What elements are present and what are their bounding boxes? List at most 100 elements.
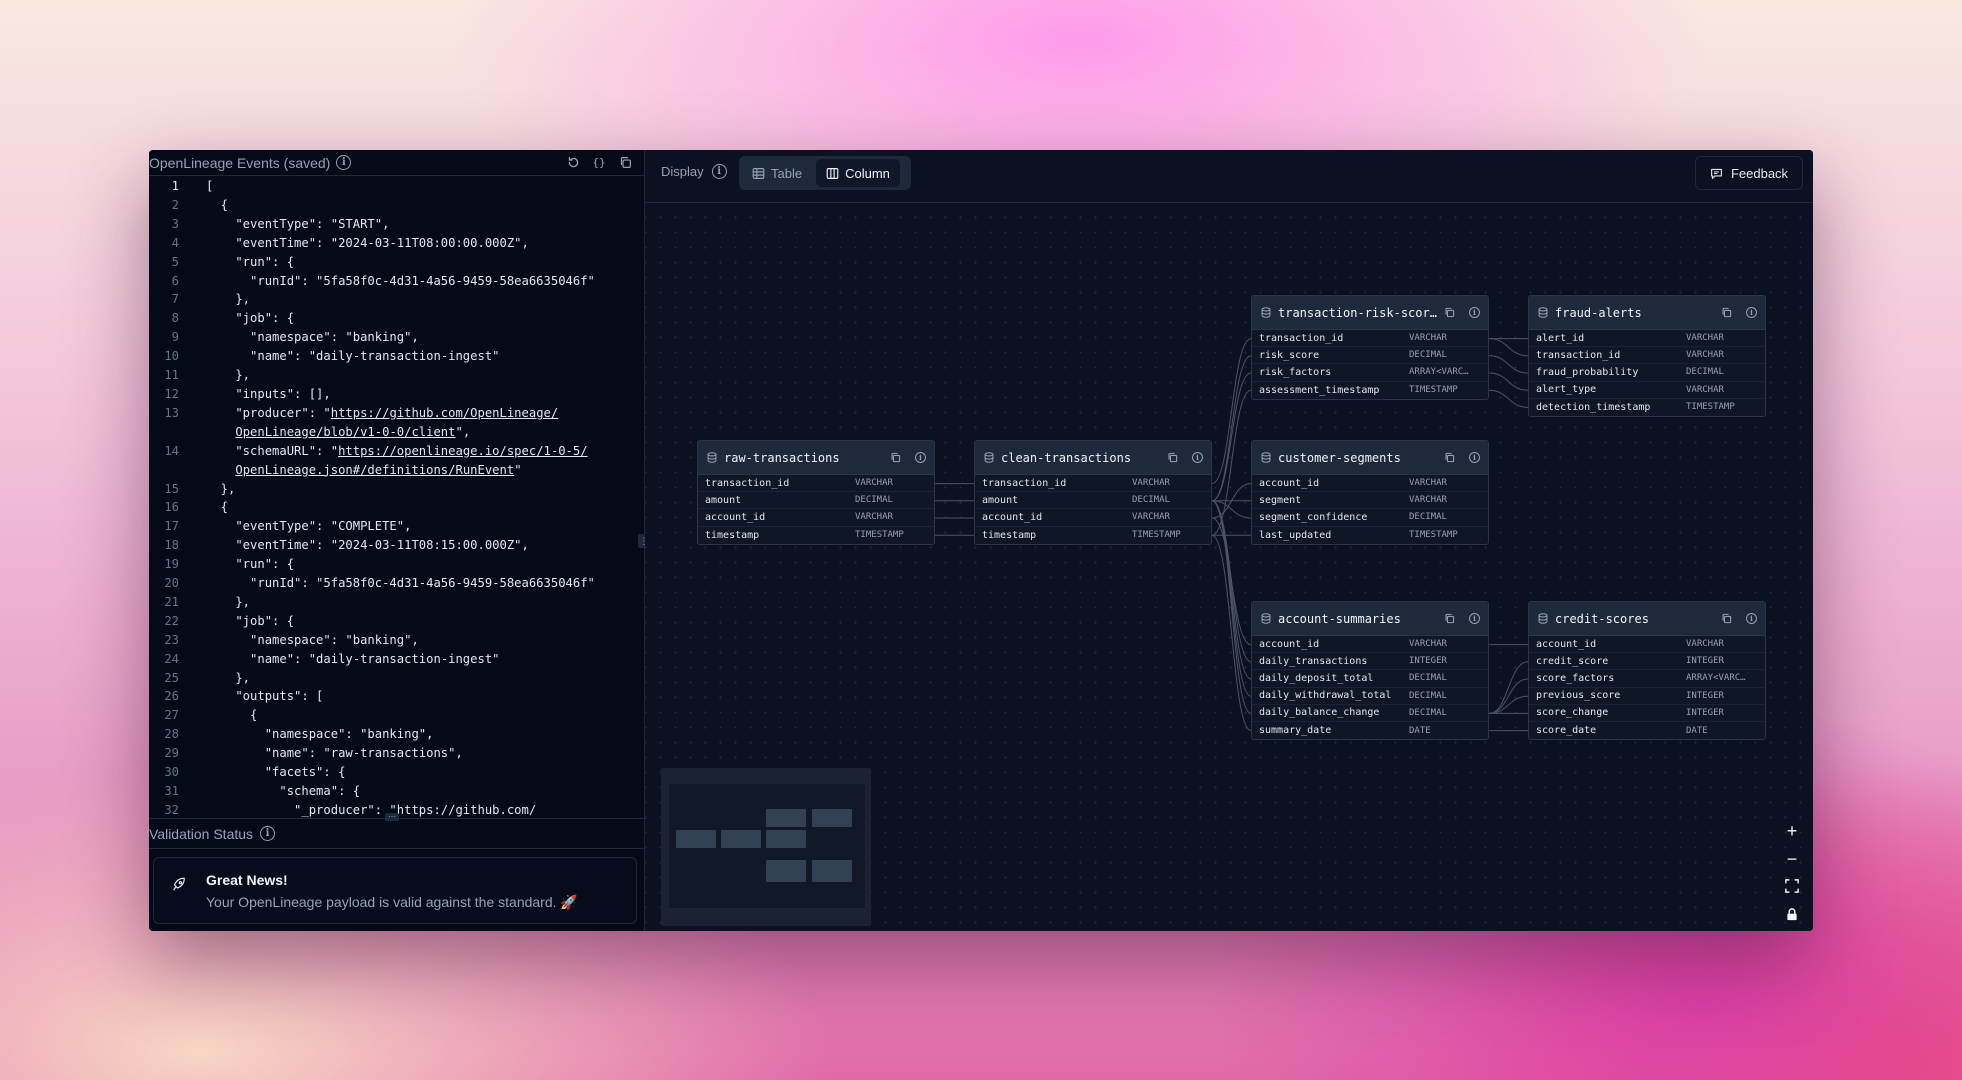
database-icon — [1537, 613, 1549, 625]
column-row[interactable]: assessment_timestamp TIMESTAMP — [1252, 382, 1488, 399]
code-link[interactable]: https://openlineage.io/spec/1-0-5/ — [338, 444, 587, 458]
column-row[interactable]: daily_deposit_total DECIMAL — [1252, 670, 1488, 688]
column-row[interactable]: timestamp TIMESTAMP — [698, 527, 934, 544]
column-row[interactable]: fraud_probability DECIMAL — [1529, 364, 1765, 382]
dataset-node[interactable]: transaction-risk-scor… i transaction_id VAR… — [1251, 295, 1489, 400]
events-editor-panel: OpenLineage Events (saved) i {} 1[2 {3 "… — [149, 150, 645, 931]
minimap[interactable] — [661, 768, 871, 926]
code-link[interactable]: OpenLineage.json#/definitions/RunEvent — [235, 463, 514, 477]
info-icon[interactable]: i — [1746, 613, 1757, 624]
zoom-in-icon[interactable]: + — [1781, 822, 1803, 840]
column-row[interactable]: segment VARCHAR — [1252, 492, 1488, 510]
column-row[interactable]: risk_score DECIMAL — [1252, 347, 1488, 365]
code-line: 18 "eventTime": "2024-03-11T08:15:00.000… — [149, 536, 644, 555]
minimap-node — [766, 860, 806, 882]
zoom-out-icon[interactable]: − — [1781, 850, 1803, 868]
format-braces-icon[interactable]: {} — [592, 156, 606, 170]
line-number: 14 — [164, 443, 179, 458]
code-line: 6 "runId": "5fa58f0c-4d31-4a56-9459-58ea… — [149, 272, 644, 291]
column-row[interactable]: timestamp TIMESTAMP — [975, 527, 1211, 544]
info-icon[interactable]: i — [915, 452, 926, 463]
column-row[interactable]: transaction_id VARCHAR — [698, 475, 934, 493]
copy-icon[interactable] — [1720, 613, 1732, 625]
column-row[interactable]: transaction_id VARCHAR — [1252, 330, 1488, 348]
copy-icon[interactable] — [889, 452, 901, 464]
column-row[interactable]: credit_score INTEGER — [1529, 653, 1765, 671]
code-text: "producer": "https://github.com/OpenLine… — [206, 405, 559, 439]
column-row[interactable]: summary_date DATE — [1252, 722, 1488, 739]
fit-view-icon[interactable] — [1781, 878, 1803, 896]
info-icon[interactable]: i — [1469, 452, 1480, 463]
reset-icon[interactable] — [566, 156, 580, 170]
line-number: 9 — [171, 330, 179, 345]
dataset-node[interactable]: raw-transactions i transaction_id VARCHAR am… — [697, 440, 935, 545]
copy-icon[interactable] — [1443, 613, 1455, 625]
column-row[interactable]: account_id VARCHAR — [1252, 636, 1488, 654]
column-name: account_id — [1536, 638, 1597, 650]
column-type: DECIMAL — [1409, 350, 1447, 361]
column-name: fraud_probability — [1536, 366, 1639, 378]
copy-icon[interactable] — [1720, 307, 1732, 319]
column-row[interactable]: amount DECIMAL — [698, 492, 934, 510]
copy-icon[interactable] — [1443, 307, 1455, 319]
info-icon[interactable]: i — [336, 155, 352, 170]
lineage-edge — [1488, 355, 1529, 374]
column-row[interactable]: score_factors ARRAY<VARC… — [1529, 670, 1765, 688]
code-line: 16 { — [149, 498, 644, 517]
minimap-node — [676, 830, 716, 848]
table-view-button[interactable]: Table — [742, 159, 812, 187]
column-row[interactable]: alert_id VARCHAR — [1529, 330, 1765, 348]
dataset-node[interactable]: account-summaries i account_id VARCHAR daily… — [1251, 601, 1489, 741]
json-code-editor[interactable]: 1[2 {3 "eventType": "START", 4 "eventTime… — [149, 177, 644, 817]
column-row[interactable]: score_date DATE — [1529, 722, 1765, 739]
info-icon[interactable]: i — [1469, 307, 1480, 318]
info-icon[interactable]: i — [1469, 613, 1480, 624]
editor-header: OpenLineage Events (saved) i {} — [149, 150, 644, 176]
lineage-canvas[interactable]: + − raw-transactions i transaction_id VARCH… — [645, 204, 1813, 931]
column-row[interactable]: transaction_id VARCHAR — [1529, 347, 1765, 365]
column-name: account_id — [982, 511, 1043, 523]
column-view-button[interactable]: Column — [816, 159, 900, 187]
column-row[interactable]: detection_timestamp TIMESTAMP — [1529, 399, 1765, 416]
code-link[interactable]: OpenLineage/blob/v1-0-0/client — [235, 425, 455, 439]
column-row[interactable]: account_id VARCHAR — [1529, 636, 1765, 654]
column-row[interactable]: amount DECIMAL — [975, 492, 1211, 510]
dataset-node[interactable]: clean-transactions i transaction_id VARCHAR… — [974, 440, 1212, 545]
validation-info-icon[interactable]: i — [260, 826, 276, 841]
column-row[interactable]: previous_score INTEGER — [1529, 688, 1765, 705]
column-row[interactable]: last_updated TIMESTAMP — [1252, 527, 1488, 544]
copy-icon[interactable] — [618, 156, 632, 170]
column-row[interactable]: segment_confidence DECIMAL — [1252, 509, 1488, 527]
info-icon[interactable]: i — [1192, 452, 1203, 463]
code-line: 10 "name": "daily-transaction-ingest" — [149, 347, 644, 366]
feedback-button[interactable]: Feedback — [1695, 156, 1803, 190]
column-row[interactable]: daily_balance_change DECIMAL — [1252, 705, 1488, 722]
column-row[interactable]: account_id VARCHAR — [975, 509, 1211, 527]
database-icon — [983, 452, 995, 464]
column-type: DECIMAL — [855, 495, 893, 506]
display-info-icon[interactable]: i — [711, 164, 727, 179]
column-row[interactable]: alert_type VARCHAR — [1529, 382, 1765, 399]
copy-icon[interactable] — [1443, 452, 1455, 464]
column-row[interactable]: account_id VARCHAR — [698, 509, 934, 527]
column-row[interactable]: risk_factors ARRAY<VARC… — [1252, 364, 1488, 382]
column-type: VARCHAR — [1409, 333, 1447, 344]
column-row[interactable]: daily_transactions INTEGER — [1252, 653, 1488, 671]
dataset-node[interactable]: fraud-alerts i alert_id VARCHAR transaction_… — [1528, 295, 1766, 417]
code-line: 20 "runId": "5fa58f0c-4d31-4a56-9459-58e… — [149, 574, 644, 593]
info-icon[interactable]: i — [1746, 307, 1757, 318]
column-name: assessment_timestamp — [1259, 384, 1380, 396]
column-row[interactable]: score_change INTEGER — [1529, 705, 1765, 722]
column-row[interactable]: daily_withdrawal_total DECIMAL — [1252, 688, 1488, 705]
lock-icon[interactable] — [1781, 906, 1803, 924]
column-name: timestamp — [982, 529, 1037, 541]
column-row[interactable]: account_id VARCHAR — [1252, 475, 1488, 493]
dataset-node[interactable]: customer-segments i account_id VARCHAR segme… — [1251, 440, 1489, 545]
code-link[interactable]: https://github.com/OpenLineage/ — [331, 406, 558, 420]
code-line: 26 "outputs": [ — [149, 687, 644, 706]
column-type: INTEGER — [1686, 707, 1724, 718]
column-name: amount — [705, 494, 742, 506]
dataset-node[interactable]: credit-scores i account_id VARCHAR credit_sc… — [1528, 601, 1766, 741]
copy-icon[interactable] — [1166, 452, 1178, 464]
column-row[interactable]: transaction_id VARCHAR — [975, 475, 1211, 493]
